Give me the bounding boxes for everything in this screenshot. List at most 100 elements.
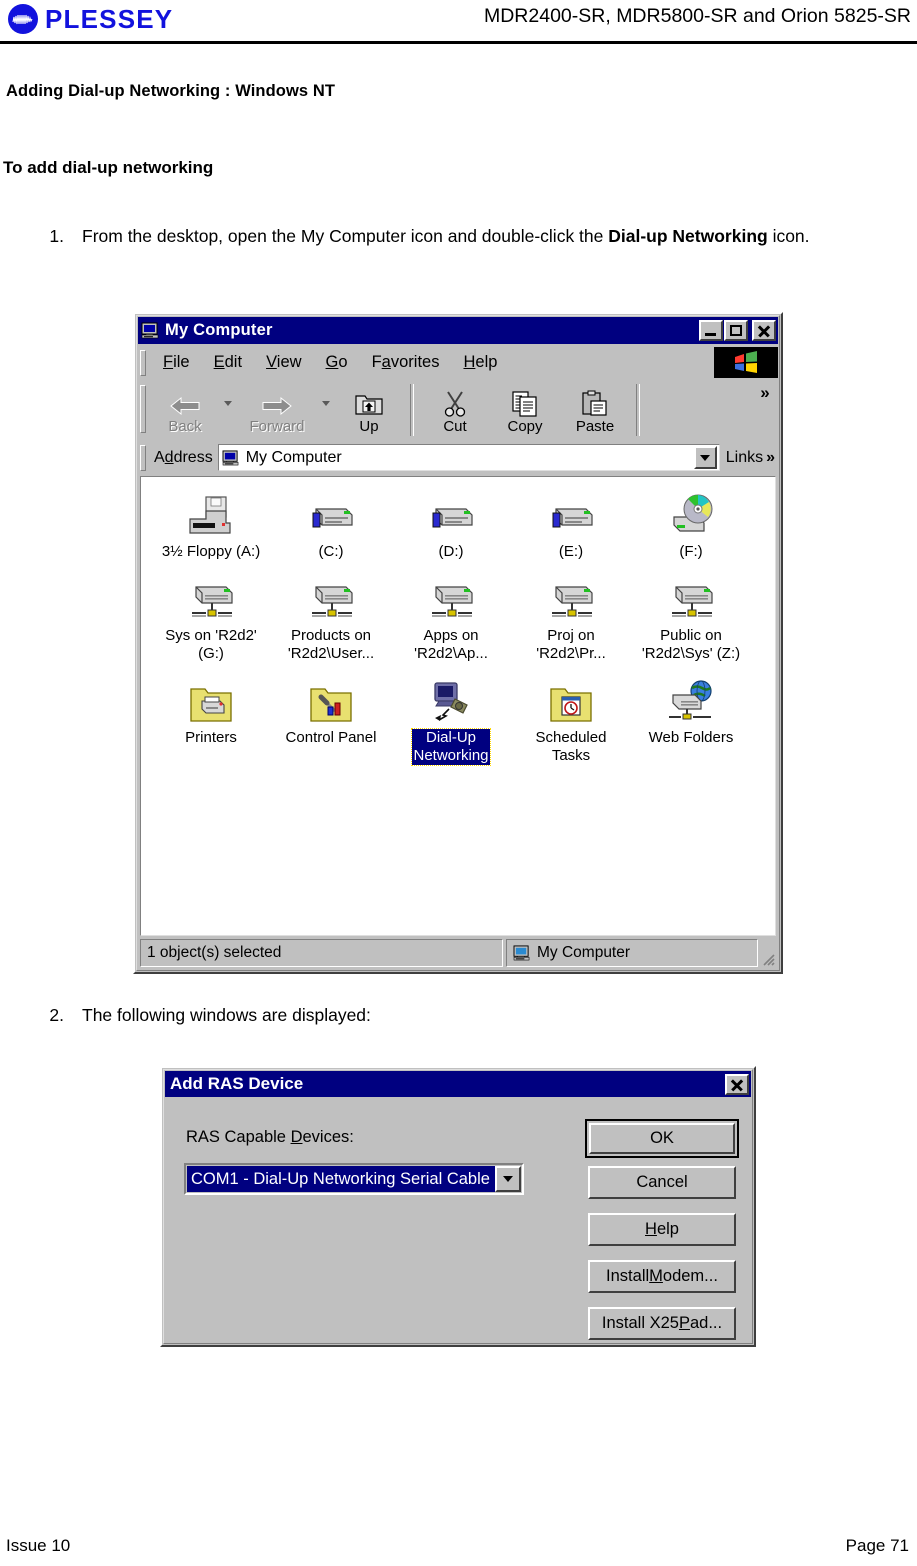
item-label: Sys on 'R2d2' (G:) xyxy=(165,627,257,662)
addressbar-grip[interactable] xyxy=(140,444,146,471)
my-computer-window[interactable]: My Computer File Edit View Go Favorites … xyxy=(133,312,783,974)
item-label: Apps on 'R2d2\Ap... xyxy=(414,627,488,662)
toolbar[interactable]: Back Forward Up Cut Copy Paste » xyxy=(138,379,778,441)
item-dialup-networking[interactable]: Dial-Up Networking xyxy=(391,677,511,766)
toolbar-cut-button[interactable]: Cut xyxy=(420,379,490,441)
dialog-titlebar[interactable]: Add RAS Device xyxy=(165,1071,751,1097)
chevron-down-icon[interactable] xyxy=(495,1166,521,1192)
item-label: (D:) xyxy=(438,543,464,560)
item-sys-on-r2d2[interactable]: Sys on 'R2d2' (G:) xyxy=(151,575,271,663)
network-drive-icon xyxy=(426,575,476,623)
icon-row: Sys on 'R2d2' (G:) Products on 'R2d2\Use… xyxy=(151,575,775,663)
step-number: 1. xyxy=(49,226,64,246)
windows-flag-icon xyxy=(714,347,778,378)
item-products-on-r2d2[interactable]: Products on 'R2d2\User... xyxy=(271,575,391,663)
maximize-button[interactable] xyxy=(724,320,748,341)
floppy-drive-icon xyxy=(186,491,236,539)
plessey-waveform-logo-icon xyxy=(8,4,38,34)
toolbar-overflow-chevron-icon[interactable]: » xyxy=(752,379,778,441)
up-folder-icon xyxy=(353,386,385,418)
computer-icon xyxy=(141,322,159,339)
instruction-step-2: 2. The following windows are displayed: xyxy=(36,1003,882,1028)
scissors-icon xyxy=(441,386,469,418)
dialog-close-button[interactable] xyxy=(725,1073,749,1095)
address-label: Address xyxy=(154,448,213,466)
item-label: Products on 'R2d2\User... xyxy=(287,627,375,662)
add-ras-device-dialog[interactable]: Add RAS Device RAS Capable Devices: COM1… xyxy=(160,1066,756,1347)
status-bar: 1 object(s) selected My Computer xyxy=(140,939,776,967)
forward-arrow-icon xyxy=(260,386,294,418)
item-label: (E:) xyxy=(558,543,584,560)
item-web-folders[interactable]: Web Folders xyxy=(631,677,751,747)
install-x25-pad-button[interactable]: Install X25 Pad... xyxy=(588,1307,736,1340)
toolbar-back-button[interactable]: Back xyxy=(150,379,220,441)
links-label: Links xyxy=(725,448,764,466)
item-proj-on-r2d2[interactable]: Proj on 'R2d2\Pr... xyxy=(511,575,631,663)
folder-contents-pane[interactable]: 3½ Floppy (A:) (C:) (D:) (E:) (F:) Sys o… xyxy=(140,476,776,936)
address-value: My Computer xyxy=(245,448,342,466)
close-button[interactable] xyxy=(752,320,776,341)
toolbar-forward-button[interactable]: Forward xyxy=(236,379,318,441)
brand-name: PLESSEY xyxy=(45,4,174,34)
item-drive-c[interactable]: (C:) xyxy=(271,491,391,561)
ras-devices-combobox[interactable]: COM1 - Dial-Up Networking Serial Cable xyxy=(184,1163,524,1195)
menu-item-edit[interactable]: Edit xyxy=(202,351,254,374)
menu-item-view[interactable]: View xyxy=(254,351,313,374)
footer-issue: Issue 10 xyxy=(6,1536,71,1555)
page-title: Adding Dial-up Networking : Windows NT xyxy=(6,82,336,100)
toolbar-up-label: Up xyxy=(359,418,379,435)
item-scheduled-tasks[interactable]: Scheduled Tasks xyxy=(511,677,631,765)
item-floppy-a[interactable]: 3½ Floppy (A:) xyxy=(151,491,271,561)
menu-item-help[interactable]: Help xyxy=(451,351,509,374)
item-apps-on-r2d2[interactable]: Apps on 'R2d2\Ap... xyxy=(391,575,511,663)
item-drive-f[interactable]: (F:) xyxy=(631,491,751,561)
item-public-on-r2d2[interactable]: Public on 'R2d2\Sys' (Z:) xyxy=(631,575,751,663)
address-dropdown-chevron-down-icon[interactable] xyxy=(693,446,717,469)
ok-button[interactable]: OK xyxy=(589,1123,735,1154)
item-printers[interactable]: Printers xyxy=(151,677,271,747)
links-button[interactable]: Links » xyxy=(720,449,778,467)
toolbar-separator-2 xyxy=(636,384,640,436)
dialup-networking-icon xyxy=(425,677,477,725)
brand-logo: PLESSEY xyxy=(8,4,173,34)
cancel-button[interactable]: Cancel xyxy=(588,1166,736,1199)
item-label: (C:) xyxy=(318,543,344,560)
item-label: Dial-Up Networking xyxy=(411,728,491,766)
forward-dropdown-arrow-icon[interactable] xyxy=(318,379,334,441)
dialog-inner-bevel xyxy=(163,1069,753,1344)
item-drive-e[interactable]: (E:) xyxy=(511,491,631,561)
menubar-grip[interactable] xyxy=(140,349,146,376)
ok-button-default-frame[interactable]: OK xyxy=(585,1119,739,1158)
toolbar-up-button[interactable]: Up xyxy=(334,379,404,441)
resize-grip[interactable] xyxy=(758,939,776,967)
scheduled-tasks-folder-icon xyxy=(546,677,596,725)
window-titlebar[interactable]: My Computer xyxy=(138,317,778,344)
toolbar-copy-button[interactable]: Copy xyxy=(490,379,560,441)
address-input[interactable]: My Computer xyxy=(217,444,720,471)
toolbar-paste-button[interactable]: Paste xyxy=(560,379,630,441)
header-divider xyxy=(0,41,917,44)
item-drive-d[interactable]: (D:) xyxy=(391,491,511,561)
menu-item-file[interactable]: File xyxy=(151,351,202,374)
item-label: Scheduled Tasks xyxy=(535,729,607,764)
hard-drive-icon xyxy=(306,491,356,539)
address-bar[interactable]: Address My Computer Links » xyxy=(138,441,778,474)
item-control-panel[interactable]: Control Panel xyxy=(271,677,391,747)
footer-page: Page 71 xyxy=(845,1536,909,1555)
step-text: The following windows are displayed: xyxy=(82,1005,371,1025)
toolbar-cut-label: Cut xyxy=(443,418,467,435)
menu-bar[interactable]: File Edit View Go Favorites Help xyxy=(138,346,778,379)
back-dropdown-arrow-icon[interactable] xyxy=(220,379,236,441)
item-label: Control Panel xyxy=(285,729,377,746)
hard-drive-icon xyxy=(546,491,596,539)
item-label: 3½ Floppy (A:) xyxy=(161,543,261,560)
item-label: (F:) xyxy=(679,543,703,560)
hard-drive-icon xyxy=(426,491,476,539)
menu-item-go[interactable]: Go xyxy=(314,351,360,374)
network-drive-icon xyxy=(546,575,596,623)
toolbar-grip[interactable] xyxy=(140,385,146,433)
minimize-button[interactable] xyxy=(699,320,723,341)
install-modem-button[interactable]: Install Modem... xyxy=(588,1260,736,1293)
menu-item-favorites[interactable]: Favorites xyxy=(360,351,452,374)
help-button[interactable]: Help xyxy=(588,1213,736,1246)
